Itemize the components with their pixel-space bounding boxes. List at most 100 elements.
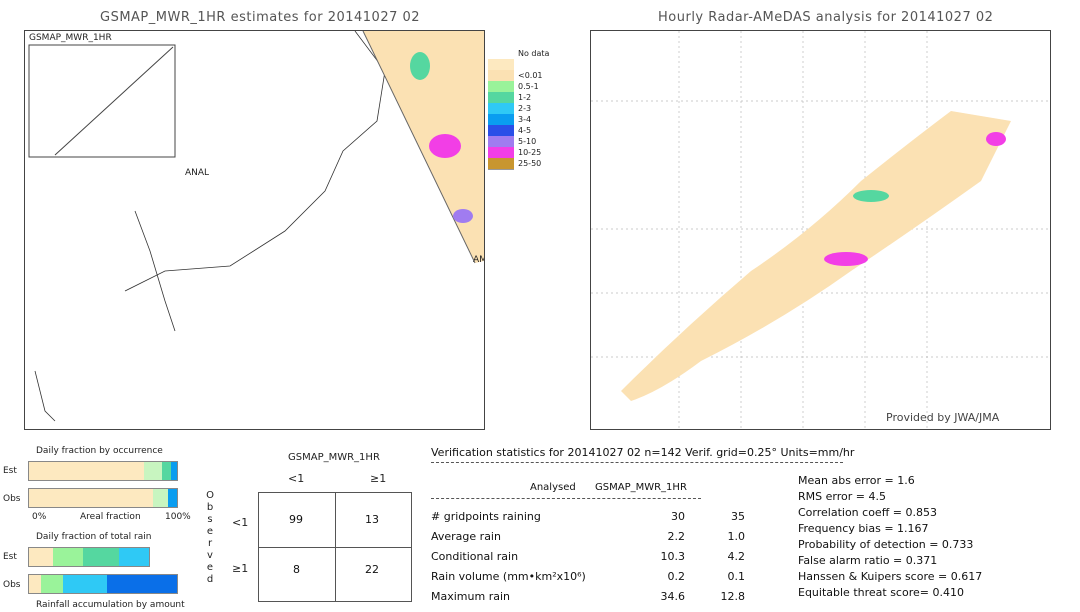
legend-label: 0.5-1: [518, 82, 539, 91]
legend-item: No data: [488, 48, 598, 60]
legend-label: 5-10: [518, 137, 537, 146]
score-item: Probability of detection = 0.733: [798, 538, 974, 551]
obs-label: Obs: [3, 494, 21, 504]
score-item: Correlation coeff = 0.853: [798, 506, 937, 519]
rain-cell: [853, 190, 889, 202]
stat-analysed: 10.3: [660, 550, 686, 563]
est-rain-bar: [28, 547, 150, 567]
cell: 13: [365, 513, 379, 526]
observed-char: O: [206, 490, 214, 501]
observed-char: e: [206, 562, 214, 573]
score-item: Frequency bias = 1.167: [798, 522, 929, 535]
stat-label: Average rain: [431, 530, 501, 543]
legend-label: 3-4: [518, 115, 532, 124]
legend-item: [488, 59, 598, 71]
obs-occurrence-bar: [28, 488, 178, 508]
est-occurrence-bar: [28, 461, 178, 481]
cell: 8: [293, 563, 300, 576]
stat-model: 1.0: [727, 530, 746, 543]
observed-char: d: [206, 574, 214, 585]
left-map-title: GSMAP_MWR_1HR estimates for 20141027 02: [100, 10, 421, 25]
score-item: RMS error = 4.5: [798, 490, 886, 503]
accum-label: Rainfall accumulation by amount: [36, 600, 185, 610]
col-analysed: Analysed: [530, 482, 576, 493]
stat-model: 4.2: [727, 550, 746, 563]
contingency-header: GSMAP_MWR_1HR: [288, 452, 380, 463]
col-label: <1: [288, 472, 305, 485]
rain-cell: [453, 209, 473, 223]
stat-model: 12.8: [720, 590, 746, 603]
legend-label: 1-2: [518, 93, 532, 102]
legend-item: 5-10: [488, 136, 598, 148]
stat-model: 35: [731, 510, 745, 523]
divider: [431, 498, 701, 499]
stat-analysed: 2.2: [667, 530, 686, 543]
observed-char: e: [206, 526, 214, 537]
rain-cell: [824, 252, 868, 266]
legend-label: 4-5: [518, 126, 532, 135]
left-map-svg: [28, 31, 484, 422]
observed-char: s: [207, 514, 213, 525]
legend-item: 25-50: [488, 158, 598, 170]
legend-item: 2-3: [488, 103, 598, 115]
legend-label: 25-50: [518, 159, 542, 168]
stat-label: Conditional rain: [431, 550, 519, 563]
col-label: ≥1: [370, 472, 387, 485]
observed-label: Observed: [205, 490, 215, 586]
credit-text: Provided by JWA/JMA: [886, 411, 1000, 424]
stat-analysed: 30: [671, 510, 685, 523]
coastline: [34, 370, 56, 422]
legend-item: 3-4: [488, 114, 598, 126]
rain-title: Daily fraction of total rain: [36, 532, 152, 542]
occurrence-title: Daily fraction by occurrence: [36, 446, 163, 456]
score-item: False alarm ratio = 0.371: [798, 554, 938, 567]
legend-swatch: [488, 158, 514, 170]
scatter-inset: [28, 44, 176, 158]
score-item: Hanssen & Kuipers score = 0.617: [798, 570, 983, 583]
left-map-panel: GSMAP_MWR_1HR ANAL AMSR2: [24, 30, 485, 430]
est-label-2: Est: [3, 552, 17, 562]
legend-label: 10-25: [518, 148, 542, 157]
inset-label: GSMAP_MWR_1HR: [29, 33, 112, 43]
score-item: Mean abs error = 1.6: [798, 474, 915, 487]
divider: [431, 462, 843, 463]
right-map-title: Hourly Radar-AMeDAS analysis for 2014102…: [658, 10, 994, 25]
stat-label: Maximum rain: [431, 590, 510, 603]
rain-cell: [410, 52, 430, 80]
obs-label-2: Obs: [3, 580, 21, 590]
rain-cell: [429, 134, 461, 158]
cell-hit: 99: [289, 513, 303, 526]
legend-label: 2-3: [518, 104, 532, 113]
axis-mid: Areal fraction: [80, 512, 141, 522]
sensor-label: AMSR2: [473, 255, 484, 265]
cell: 22: [365, 563, 379, 576]
observed-char: r: [207, 538, 213, 549]
est-label: Est: [3, 466, 17, 476]
axis-left: 0%: [32, 512, 47, 522]
stat-analysed: 0.2: [667, 570, 686, 583]
stat-model: 0.1: [727, 570, 746, 583]
obs-rain-bar: [28, 574, 178, 594]
rain-cell: [986, 132, 1006, 146]
color-legend: No data <0.01 0.5-1 1-2 2-3 3-4 4-5 5-10 10-25 25…: [488, 48, 598, 178]
observed-char: v: [207, 550, 213, 561]
legend-item: 10-25: [488, 147, 598, 159]
row-label: <1: [232, 516, 249, 529]
stat-label: # gridpoints raining: [431, 510, 541, 523]
stat-label: Rain volume (mm•km²x10⁶): [431, 570, 586, 583]
right-map-svg: [591, 31, 1050, 429]
legend-item: <0.01: [488, 70, 598, 82]
legend-label: No data: [518, 49, 550, 58]
verification-title: Verification statistics for 20141027 02 …: [431, 446, 855, 459]
radar-coverage: [621, 111, 1011, 401]
row-label: ≥1: [232, 562, 249, 575]
contingency-table: 99 13 8 22: [258, 492, 412, 602]
axis-right: 100%: [165, 512, 191, 522]
legend-item: 0.5-1: [488, 81, 598, 93]
right-map-panel: Provided by JWA/JMA: [590, 30, 1051, 430]
legend-item: 1-2: [488, 92, 598, 104]
legend-item: 4-5: [488, 125, 598, 137]
stat-analysed: 34.6: [660, 590, 686, 603]
score-item: Equitable threat score= 0.410: [798, 586, 964, 599]
col-model: GSMAP_MWR_1HR: [595, 482, 687, 493]
